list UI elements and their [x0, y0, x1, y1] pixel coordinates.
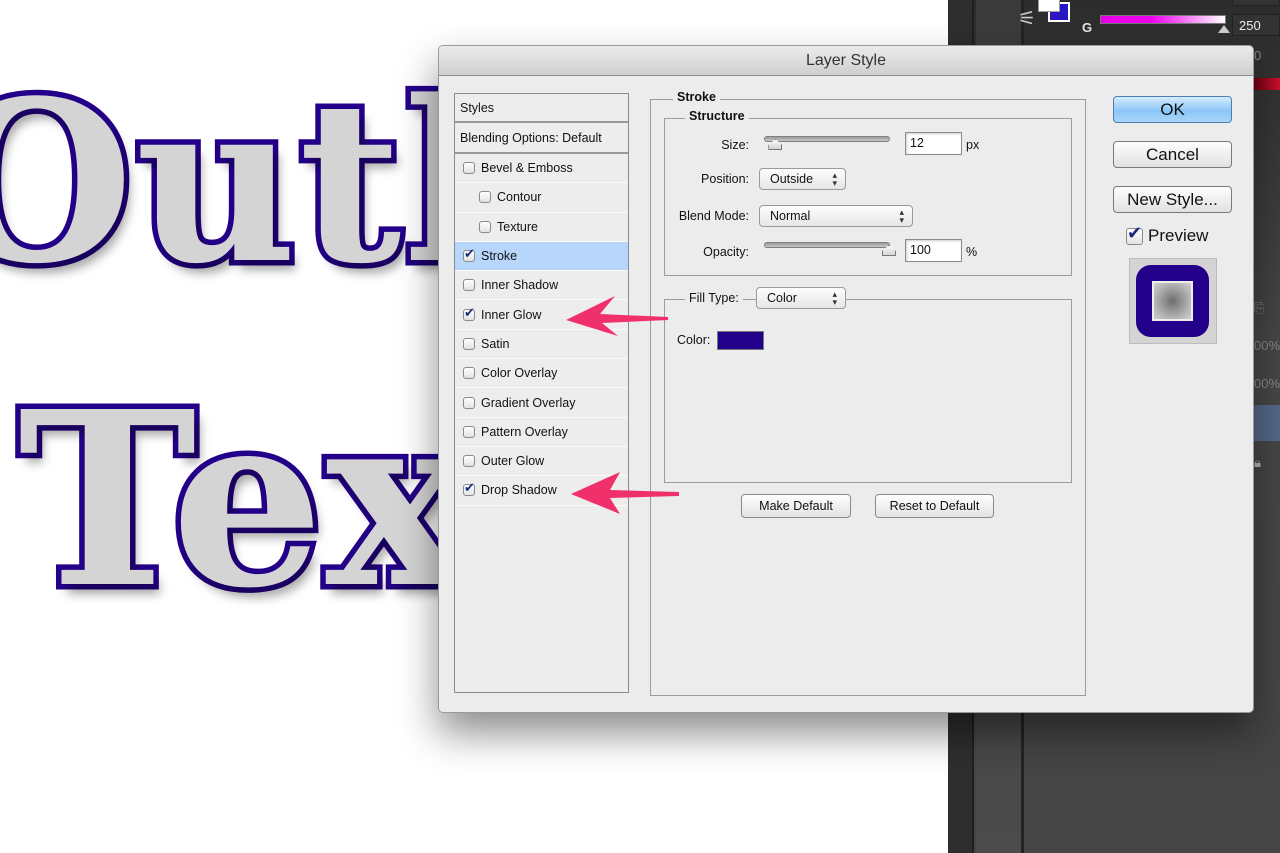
opacity-label: Opacity: — [703, 245, 749, 259]
fill-type-label: Fill Type: — [685, 291, 743, 305]
select-arrows-icon: ▴ ▾ — [832, 170, 837, 188]
preview-stroke-shape — [1136, 265, 1209, 337]
style-checkbox[interactable] — [463, 396, 475, 409]
fill-type-group — [664, 299, 1072, 483]
style-checkbox[interactable] — [463, 425, 475, 438]
opacity-unit: % — [966, 245, 978, 259]
position-label: Position: — [701, 172, 749, 186]
blending-options-item[interactable]: Blending Options: Default — [455, 123, 628, 154]
channel-value-b-partial: 0 — [1254, 48, 1262, 63]
size-slider[interactable] — [764, 136, 890, 142]
style-item-contour[interactable]: Contour — [455, 183, 628, 213]
annotation-arrow-inner-glow — [566, 296, 668, 336]
opacity-slider[interactable] — [764, 242, 890, 248]
style-preview-thumbnail — [1129, 258, 1217, 344]
make-default-button[interactable]: Make Default — [741, 494, 851, 518]
position-select-value: Outside — [770, 172, 814, 186]
style-checkbox[interactable] — [463, 279, 475, 292]
fill-type-select-value: Color — [767, 291, 797, 305]
size-unit: px — [966, 138, 980, 152]
new-layer-icon[interactable]: ⎘ — [1254, 300, 1280, 316]
structure-group-title: Structure — [685, 109, 749, 123]
preview-inner-glow — [1152, 281, 1193, 321]
style-item-label: Inner Shadow — [481, 278, 559, 293]
channel-value-r[interactable] — [1232, 0, 1280, 6]
blend-mode-select-value: Normal — [770, 209, 811, 223]
preview-checkbox-box[interactable] — [1126, 223, 1143, 245]
fill-value-partial: 00% — [1254, 376, 1280, 391]
style-checkbox[interactable] — [463, 162, 475, 175]
style-item-texture[interactable]: Texture — [455, 213, 628, 242]
style-item-label: Color Overlay — [481, 366, 558, 381]
style-item-label: Satin — [481, 336, 510, 351]
style-item-label: Texture — [497, 219, 538, 234]
preview-label: Preview — [1148, 226, 1209, 245]
blend-mode-select[interactable]: Normal ▴ ▾ — [759, 205, 913, 227]
style-checkbox[interactable] — [463, 367, 475, 380]
size-label: Size: — [721, 138, 749, 152]
ok-button[interactable]: OK — [1113, 96, 1232, 123]
select-arrows-icon: ▴ ▾ — [899, 207, 904, 225]
style-item-color-overlay[interactable]: Color Overlay — [455, 359, 628, 389]
style-item-label: Bevel & Emboss — [481, 161, 573, 176]
styles-list: Styles Blending Options: Default Bevel &… — [454, 93, 629, 693]
dialog-title: Layer Style — [439, 46, 1253, 76]
styles-header[interactable]: Styles — [455, 94, 628, 123]
selected-layer-row[interactable] — [1254, 405, 1280, 441]
canvas-text-line2: Tex — [13, 359, 475, 641]
style-item-pattern-overlay[interactable]: Pattern Overlay — [455, 418, 628, 447]
annotation-arrow-drop-shadow — [571, 472, 679, 514]
style-checkbox[interactable] — [463, 337, 475, 350]
blend-mode-label: Blend Mode: — [678, 209, 749, 223]
style-checkbox[interactable] — [479, 191, 491, 204]
style-item-label: Outer Glow — [481, 454, 545, 469]
layer-style-dialog: Layer Style Styles Blending Options: Def… — [438, 45, 1254, 713]
size-input[interactable]: 12 — [905, 132, 962, 155]
style-checkbox[interactable] — [463, 455, 475, 468]
channel-value-g[interactable]: 250 — [1232, 14, 1280, 36]
cancel-button[interactable]: Cancel — [1113, 141, 1232, 168]
style-item-label: Drop Shadow — [481, 483, 557, 498]
stroke-group-title: Stroke — [673, 90, 720, 104]
style-item-label: Contour — [497, 190, 542, 205]
style-item-bevel-emboss[interactable]: Bevel & Emboss — [455, 154, 628, 184]
channel-label-g: G — [1082, 20, 1093, 35]
color-ramp[interactable] — [1254, 78, 1280, 90]
style-item-label: Pattern Overlay — [481, 424, 568, 439]
style-checkbox[interactable] — [479, 220, 491, 233]
channel-slider-g[interactable] — [1100, 15, 1226, 24]
position-select[interactable]: Outside ▴ ▾ — [759, 168, 846, 190]
color-label: Color: — [677, 333, 711, 347]
foreground-color-swatch[interactable] — [1038, 0, 1060, 12]
preview-checkbox[interactable]: Preview — [1126, 223, 1209, 246]
opacity-input[interactable]: 100 — [905, 239, 962, 262]
style-item-stroke[interactable]: Stroke — [455, 241, 628, 272]
style-checkbox[interactable] — [463, 247, 475, 263]
style-item-label: Gradient Overlay — [481, 395, 576, 410]
style-item-gradient-overlay[interactable]: Gradient Overlay — [455, 388, 628, 418]
style-checkbox[interactable] — [463, 306, 475, 321]
new-style-button[interactable]: New Style... — [1113, 186, 1232, 213]
style-item-label: Stroke — [481, 249, 518, 264]
style-item-label: Inner Glow — [481, 307, 542, 322]
channel-slider-thumb[interactable] — [1218, 25, 1230, 33]
reset-to-default-button[interactable]: Reset to Default — [875, 494, 994, 518]
stroke-color-swatch[interactable] — [717, 331, 764, 350]
lock-icon[interactable]: 🔒︎ — [1254, 455, 1280, 471]
style-checkbox[interactable] — [463, 481, 475, 497]
fill-type-select[interactable]: Color ▴ ▾ — [756, 287, 846, 309]
select-arrows-icon: ▴ ▾ — [832, 289, 837, 307]
opacity-value-partial: 00% — [1254, 338, 1280, 353]
